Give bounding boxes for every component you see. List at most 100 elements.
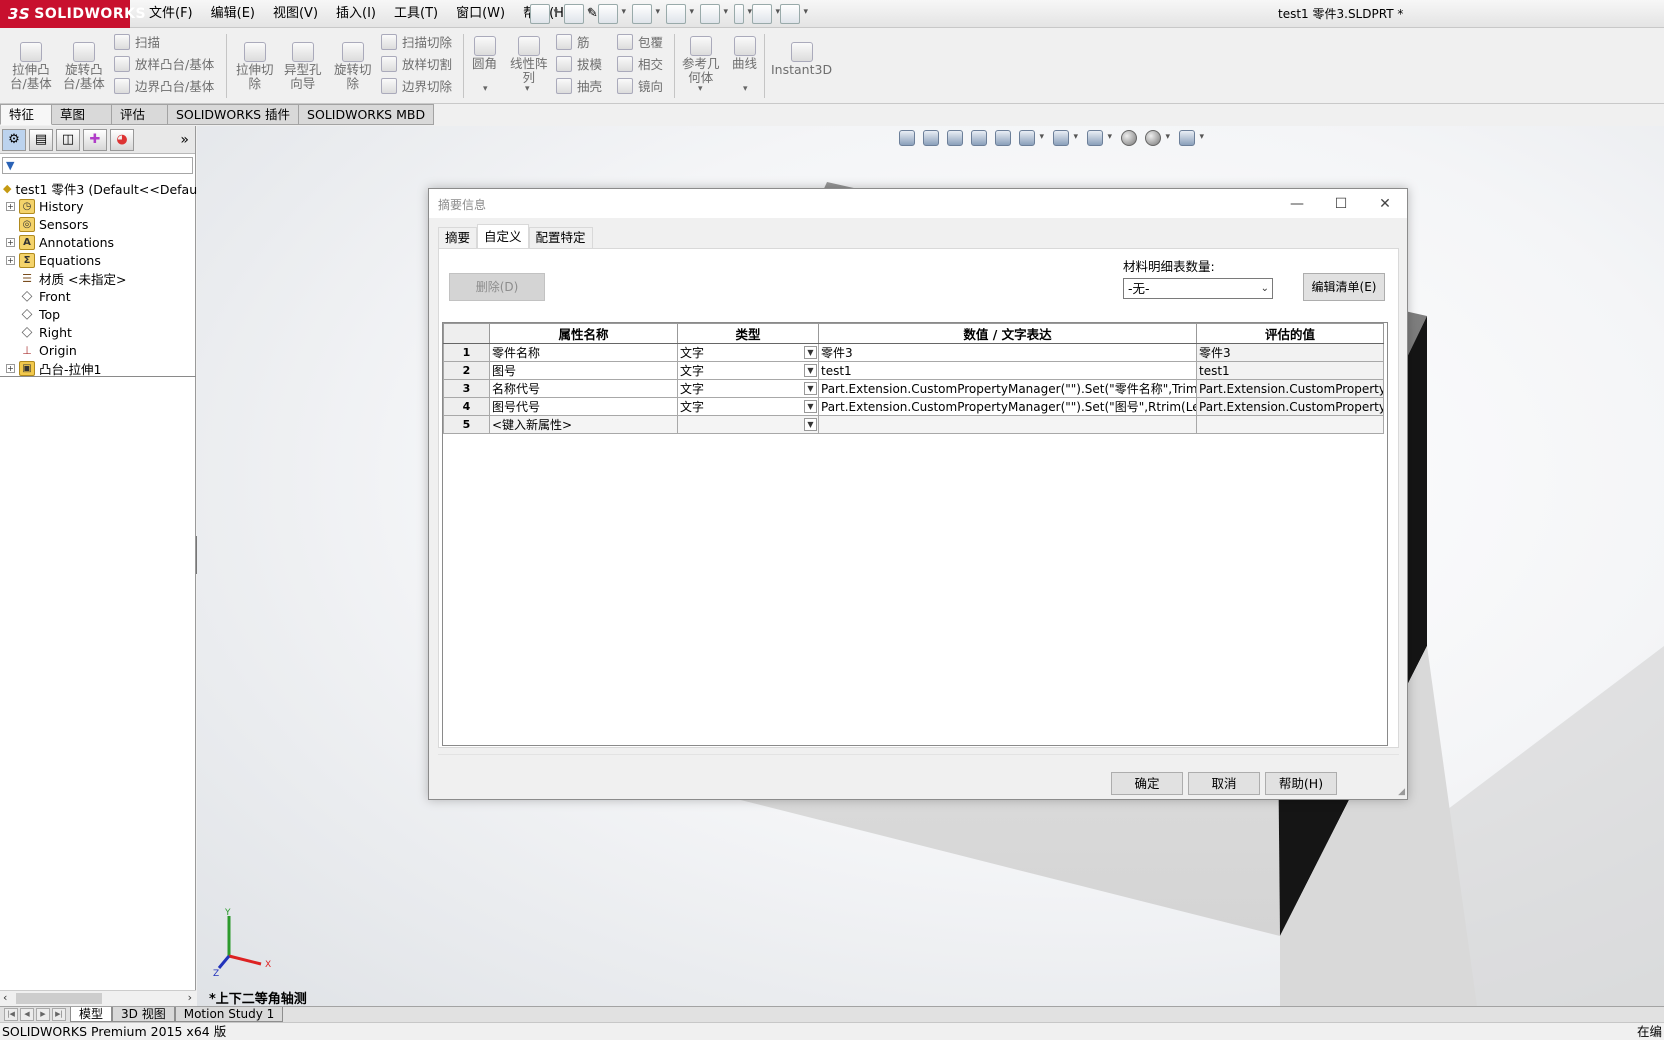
tree-item-right-plane[interactable]: ◇ Right [0, 323, 195, 341]
hole-wizard-button[interactable]: 异型孔 向导 [284, 42, 322, 91]
curves-button[interactable]: 曲线 [732, 36, 757, 71]
menu-view[interactable]: 视图(V) [264, 0, 327, 28]
column-header-evaluated-value[interactable]: 评估的值 [1196, 323, 1384, 344]
first-tab-icon[interactable]: |◀ [4, 1008, 18, 1021]
tab-evaluate[interactable]: 评估 [112, 104, 168, 125]
value-expression-cell[interactable]: test1 [818, 361, 1197, 380]
linear-pattern-button[interactable]: 线性阵 列 [510, 36, 548, 85]
solidworks-logo[interactable]: 3S SOLIDWORKS [0, 0, 146, 28]
tab-sketch[interactable]: 草图 [52, 104, 112, 125]
feature-manager-tab-icon[interactable]: ⚙ [2, 128, 26, 151]
maximize-icon[interactable]: ☐ [1319, 189, 1363, 219]
property-name-cell[interactable]: 图号 [489, 361, 678, 380]
value-expression-cell[interactable]: 零件3 [818, 343, 1197, 362]
expand-icon[interactable]: + [6, 363, 15, 373]
hide-show-items-icon[interactable] [1087, 130, 1112, 146]
ref-geometry-dropdown-icon[interactable]: ▾ [698, 84, 703, 94]
dynamic-annotation-icon[interactable] [995, 130, 1011, 146]
tree-item-sensors[interactable]: ◎ Sensors [0, 215, 195, 233]
menu-window[interactable]: 窗口(W) [447, 0, 514, 28]
bom-quantity-select[interactable]: -无- ⌄ [1123, 278, 1273, 299]
extrude-boss-button[interactable]: 拉伸凸 台/基体 [10, 42, 52, 91]
row-number[interactable]: 5 [443, 415, 490, 434]
undo-icon[interactable] [666, 4, 694, 24]
ok-button[interactable]: 确定 [1111, 772, 1183, 795]
type-cell[interactable]: 文字 ▼ [677, 397, 819, 416]
tree-item-annotations[interactable]: + A Annotations [0, 233, 195, 251]
tab-solidworks-mbd[interactable]: SOLIDWORKS MBD [299, 104, 435, 125]
chevron-down-icon[interactable]: ⌄ [1261, 279, 1269, 298]
value-expression-cell[interactable]: Part.Extension.CustomPropertyManager("")… [818, 397, 1197, 416]
edit-list-button[interactable]: 编辑清单(E) [1303, 273, 1385, 301]
scroll-right-icon[interactable]: › [188, 991, 192, 1004]
type-cell[interactable]: ▼ [677, 415, 819, 434]
menu-insert[interactable]: 插入(I) [327, 0, 385, 28]
minimize-icon[interactable]: — [1275, 189, 1319, 219]
prev-tab-icon[interactable]: ◀ [20, 1008, 34, 1021]
zoom-to-fit-icon[interactable] [899, 130, 915, 146]
tree-item-history[interactable]: + ◷ History [0, 197, 195, 215]
expand-icon[interactable]: + [6, 237, 15, 247]
pattern-dropdown-icon[interactable]: ▾ [525, 84, 530, 94]
instant3d-button[interactable]: Instant3D [771, 42, 832, 77]
panel-horizontal-scrollbar[interactable]: ‹ › [0, 990, 196, 1006]
new-property-name-input[interactable]: <键入新属性> [489, 415, 678, 434]
chevron-down-icon[interactable]: ▼ [804, 418, 817, 431]
previous-view-icon[interactable] [947, 130, 963, 146]
menu-tools[interactable]: 工具(T) [385, 0, 447, 28]
tree-item-material[interactable]: ☰ 材质 <未指定> [0, 269, 195, 287]
open-document-icon[interactable] [564, 4, 592, 24]
property-manager-tab-icon[interactable]: ▤ [29, 128, 53, 151]
delete-button[interactable]: 删除(D) [449, 273, 545, 301]
dialog-title-bar[interactable]: 摘要信息 — ☐ ✕ [429, 189, 1407, 219]
display-manager-tab-icon[interactable]: ◕ [110, 128, 134, 151]
row-number[interactable]: 2 [443, 361, 490, 380]
cancel-button[interactable]: 取消 [1188, 772, 1260, 795]
scroll-thumb[interactable] [16, 993, 102, 1004]
chevron-down-icon[interactable]: ▼ [804, 382, 817, 395]
tab-features[interactable]: 特征 [0, 104, 52, 125]
display-style-icon[interactable] [1053, 130, 1078, 146]
lofted-cut-button[interactable]: 放样切割 [381, 54, 452, 73]
scroll-left-icon[interactable]: ‹ [3, 991, 7, 1004]
revolve-cut-button[interactable]: 旋转切 除 [334, 42, 372, 91]
curves-dropdown-icon[interactable]: ▾ [743, 84, 748, 94]
tab-solidworks-addins[interactable]: SOLIDWORKS 插件 [168, 104, 300, 125]
file-properties-icon[interactable] [752, 4, 780, 24]
mirror-button[interactable]: 镜向 [617, 76, 663, 95]
boundary-cut-button[interactable]: 边界切除 [381, 76, 452, 95]
tree-root-part[interactable]: ◆ test1 零件3 (Default<<Defau [0, 179, 197, 197]
expand-icon[interactable]: + [6, 255, 15, 265]
close-icon[interactable]: ✕ [1363, 189, 1407, 219]
print-icon[interactable] [632, 4, 660, 24]
view-settings-icon[interactable] [1179, 130, 1204, 146]
select-icon[interactable] [700, 4, 728, 24]
help-button[interactable]: 帮助(H) [1265, 772, 1337, 795]
zoom-to-area-icon[interactable] [923, 130, 939, 146]
tree-item-equations[interactable]: + Σ Equations [0, 251, 195, 269]
column-header-property-name[interactable]: 属性名称 [489, 323, 678, 344]
type-cell[interactable]: 文字 ▼ [677, 343, 819, 362]
row-number[interactable]: 4 [443, 397, 490, 416]
wrap-button[interactable]: 包覆 [617, 32, 663, 51]
save-icon[interactable] [598, 4, 626, 24]
column-header-type[interactable]: 类型 [677, 323, 819, 344]
appearance-icon[interactable] [1121, 130, 1137, 146]
menu-edit[interactable]: 编辑(E) [202, 0, 264, 28]
tab-motion-study-1[interactable]: Motion Study 1 [174, 1007, 284, 1022]
new-document-icon[interactable] [530, 4, 558, 24]
value-expression-cell[interactable] [818, 415, 1197, 434]
tab-configuration-specific[interactable]: 配置特定 [528, 227, 593, 248]
rib-button[interactable]: 筋 [556, 32, 590, 51]
last-tab-icon[interactable]: ▶| [52, 1008, 66, 1021]
swept-cut-button[interactable]: 扫描切除 [381, 32, 452, 51]
chevron-down-icon[interactable]: ▼ [804, 346, 817, 359]
sweep-button[interactable]: 扫描 [114, 32, 160, 51]
extrude-cut-button[interactable]: 拉伸切 除 [236, 42, 274, 91]
expand-icon[interactable]: + [6, 201, 15, 211]
tree-filter-input[interactable]: ▼ [2, 157, 193, 174]
menu-file[interactable]: 文件(F) [140, 0, 202, 28]
reference-geometry-button[interactable]: 参考几 何体 [682, 36, 720, 85]
fillet-dropdown-icon[interactable]: ▾ [483, 84, 488, 94]
tab-3d-views[interactable]: 3D 视图 [112, 1007, 175, 1022]
